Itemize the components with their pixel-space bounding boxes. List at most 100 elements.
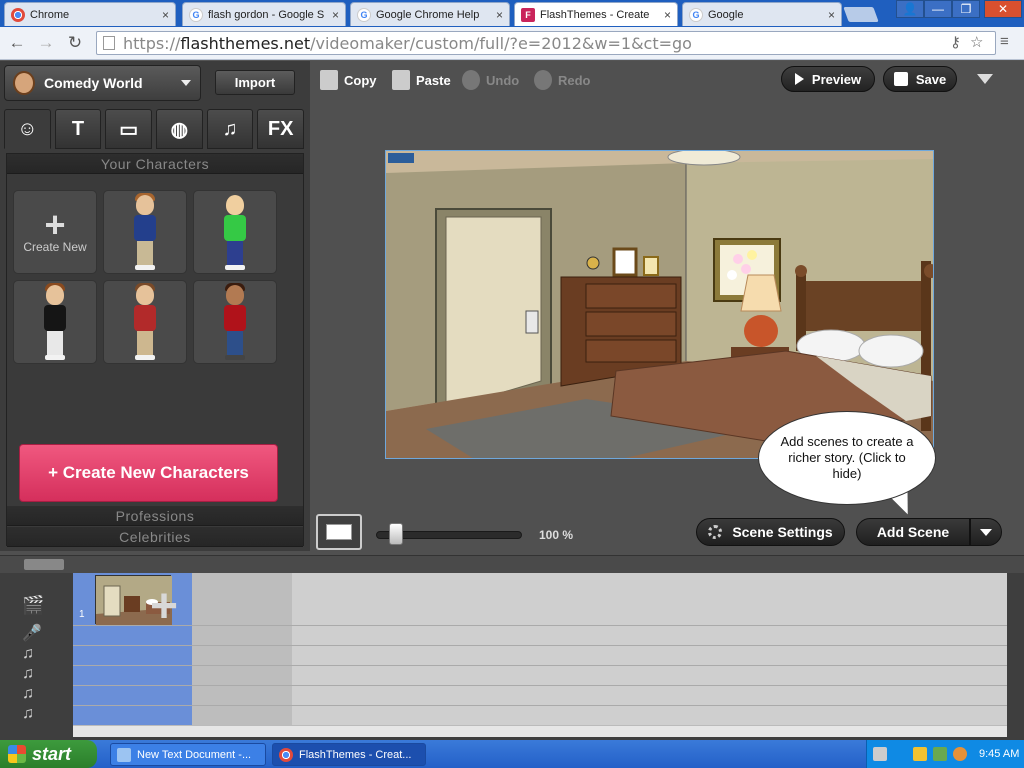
redo-button[interactable]: Redo	[534, 69, 591, 91]
your-characters-header[interactable]: Your Characters	[7, 154, 303, 174]
reload-icon[interactable]: ↻	[63, 32, 87, 54]
flashthemes-icon: F	[521, 7, 535, 22]
url-scheme: https://	[123, 33, 181, 53]
scene-number: 1	[79, 609, 85, 620]
taskbar-item-label: New Text Document -...	[137, 748, 252, 761]
timeline-lane-divider	[73, 685, 1007, 686]
timeline-lane-divider	[73, 705, 1007, 706]
tab-music[interactable]: ♫	[206, 109, 254, 149]
keyboard-icon[interactable]	[873, 747, 887, 761]
address-bar[interactable]: https://flashthemes.net/videomaker/custo…	[96, 31, 996, 55]
windows-taskbar: start New Text Document -... FlashThemes…	[0, 740, 1024, 768]
browser-tab-active[interactable]: F FlashThemes - Create ×	[514, 2, 678, 26]
create-new-label: Create New	[23, 240, 87, 254]
timeline-lane-divider	[73, 665, 1007, 666]
close-tab-icon[interactable]: ×	[664, 8, 671, 22]
character-thumbnail[interactable]	[193, 280, 277, 364]
back-icon[interactable]: ←	[5, 32, 29, 54]
tab-characters[interactable]: ☺	[4, 109, 51, 149]
tab-title: flash gordon - Google S	[208, 8, 325, 21]
theme-dropdown[interactable]: Comedy World	[4, 65, 201, 101]
chevron-down-icon[interactable]	[977, 74, 993, 84]
scene-settings-button[interactable]: Scene Settings	[696, 518, 845, 546]
character-grid: + Create New	[13, 190, 281, 364]
close-window-button[interactable]: ✕	[984, 0, 1022, 18]
paste-button[interactable]: Paste	[392, 69, 451, 91]
zoom-slider-handle[interactable]	[389, 523, 404, 545]
profile-icon[interactable]: 👤	[896, 0, 924, 18]
browser-tab[interactable]: G Google ×	[682, 2, 842, 26]
new-tab-button[interactable]	[843, 7, 879, 22]
timeline-resize-handle[interactable]	[24, 559, 64, 570]
character-thumbnail[interactable]	[103, 190, 187, 274]
celebrities-header[interactable]: Celebrities	[7, 527, 303, 547]
tab-props[interactable]: ◍	[156, 109, 203, 149]
google-icon: G	[689, 7, 703, 22]
background-icon: ▭	[119, 118, 139, 141]
character-icon: ☺	[17, 117, 38, 140]
import-button[interactable]: Import	[215, 70, 295, 95]
network-icon[interactable]	[933, 747, 947, 761]
forward-icon[interactable]: →	[34, 32, 58, 54]
bookmark-star-icon[interactable]: ☆	[970, 33, 983, 51]
shield-icon[interactable]	[913, 747, 927, 761]
undo-button[interactable]: Undo	[462, 69, 519, 91]
add-scene-button[interactable]: Add Scene	[856, 518, 970, 546]
character-figure	[130, 193, 160, 271]
fullscreen-toggle[interactable]	[316, 514, 362, 550]
character-thumbnail[interactable]	[103, 280, 187, 364]
undo-label: Undo	[486, 72, 520, 88]
music-icon: ♫	[222, 117, 238, 140]
voice-track-icon: 🎤	[22, 625, 42, 642]
timeline-track-icons: 🎬 🎤 ♫ ♫ ♫ ♫	[0, 573, 72, 740]
create-new-character-tile[interactable]: + Create New	[13, 190, 97, 274]
paste-label: Paste	[416, 72, 451, 88]
browser-tab[interactable]: Chrome ×	[4, 2, 176, 26]
character-thumbnail[interactable]	[193, 190, 277, 274]
preview-button[interactable]: Preview	[781, 66, 875, 92]
music-track-icon: ♫	[22, 645, 34, 662]
browser-tab[interactable]: G Google Chrome Help ×	[350, 2, 510, 26]
search-icon[interactable]	[953, 747, 967, 761]
taskbar-item[interactable]: New Text Document -...	[110, 743, 266, 766]
browser-tab[interactable]: G flash gordon - Google S ×	[182, 2, 346, 26]
chevron-down-icon	[980, 528, 992, 536]
paste-icon	[392, 70, 410, 90]
professions-header[interactable]: Professions	[7, 506, 303, 526]
timeline-lanes[interactable]: 1	[73, 573, 1007, 725]
close-tab-icon[interactable]: ×	[496, 8, 503, 22]
tab-text-bubbles[interactable]: T	[54, 109, 102, 149]
close-tab-icon[interactable]: ×	[828, 8, 835, 22]
redo-icon	[534, 70, 552, 90]
menu-icon[interactable]: ≡	[1000, 33, 1009, 50]
screen-icon	[326, 524, 352, 540]
tab-title: FlashThemes - Create	[540, 8, 650, 21]
browser-toolbar: ← → ↻ https://flashthemes.net/videomaker…	[0, 27, 1024, 60]
scene-settings-label: Scene Settings	[732, 524, 833, 540]
character-figure	[40, 283, 70, 361]
close-tab-icon[interactable]: ×	[162, 8, 169, 22]
chrome-icon	[279, 747, 293, 762]
close-tab-icon[interactable]: ×	[332, 8, 339, 22]
add-scene-plus-icon[interactable]: +	[150, 579, 178, 634]
url-host: flashthemes.net	[180, 33, 311, 53]
minimize-button[interactable]: —	[924, 0, 952, 18]
tab-fx[interactable]: FX	[257, 109, 305, 149]
theme-name: Comedy World	[44, 75, 143, 91]
restore-button[interactable]: ❐	[952, 0, 980, 18]
notepad-icon	[117, 747, 131, 762]
taskbar-item-active[interactable]: FlashThemes - Creat...	[272, 743, 426, 766]
timeline-scrollbar[interactable]	[73, 725, 1007, 737]
timeline-add-scene-slot[interactable]	[192, 573, 292, 725]
add-scenes-tooltip[interactable]: Add scenes to create a richer story. (Cl…	[758, 411, 936, 505]
start-button[interactable]: start	[0, 740, 97, 768]
theme-avatar	[13, 71, 35, 95]
character-thumbnail[interactable]	[13, 280, 97, 364]
tab-backgrounds[interactable]: ▭	[105, 109, 153, 149]
key-icon[interactable]: ⚷	[950, 33, 961, 51]
copy-button[interactable]: Copy	[320, 69, 377, 91]
save-button[interactable]: Save	[883, 66, 957, 92]
create-new-characters-button[interactable]: + Create New Characters	[19, 444, 278, 502]
asset-panel: Comedy World Import ☺ T ▭ ◍ ♫ FX Your Ch…	[0, 61, 310, 551]
add-scene-menu-button[interactable]	[970, 518, 1002, 546]
